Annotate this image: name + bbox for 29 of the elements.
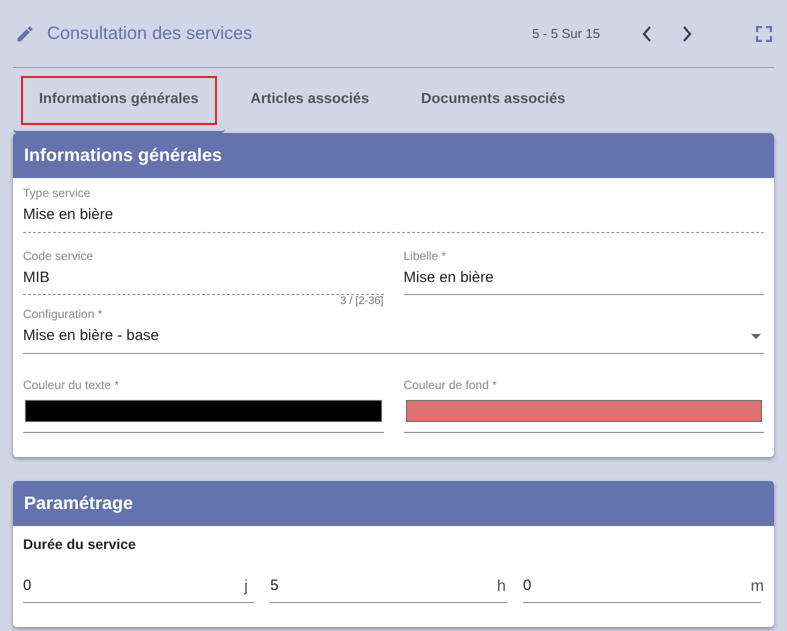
color-swatch[interactable] — [406, 400, 762, 422]
section-header: Informations générales — [13, 133, 774, 178]
unit-label: h — [496, 576, 506, 597]
next-button[interactable] — [680, 24, 694, 42]
field-label: Couleur du texte * — [23, 378, 120, 392]
field-label: Code service — [23, 248, 94, 262]
fullscreen-button[interactable] — [756, 26, 772, 42]
character-counter: 3 / [2-36] — [339, 295, 384, 307]
input-field[interactable]: MIB — [23, 262, 384, 295]
pager-text: 5 - 5 Sur 15 — [532, 24, 600, 43]
previous-button[interactable] — [640, 24, 654, 42]
tab[interactable]: Documents associés — [395, 68, 592, 133]
field-label: Libelle * — [404, 248, 448, 262]
tab[interactable]: Informations générales — [13, 68, 225, 133]
select-field[interactable]: Mise en bière - base — [23, 321, 764, 354]
field-label: Type service — [23, 186, 92, 200]
tab[interactable]: Articles associés — [224, 68, 396, 133]
input-field[interactable]: Mise en bière — [23, 200, 764, 232]
dropdown-caret-icon — [751, 334, 761, 339]
page-title: Consultation des services — [47, 22, 252, 45]
field-label: Configuration * — [23, 307, 104, 321]
input-field[interactable]: Mise en bière — [404, 262, 764, 295]
color-swatch[interactable] — [25, 400, 382, 422]
unit-label: j — [244, 576, 248, 597]
edit-icon — [15, 24, 35, 44]
section-header: Paramétrage — [13, 480, 774, 526]
section-subtitle: Durée du service — [22, 534, 137, 554]
unit-label: m — [750, 576, 764, 597]
field-label: Couleur de fond * — [404, 378, 498, 392]
